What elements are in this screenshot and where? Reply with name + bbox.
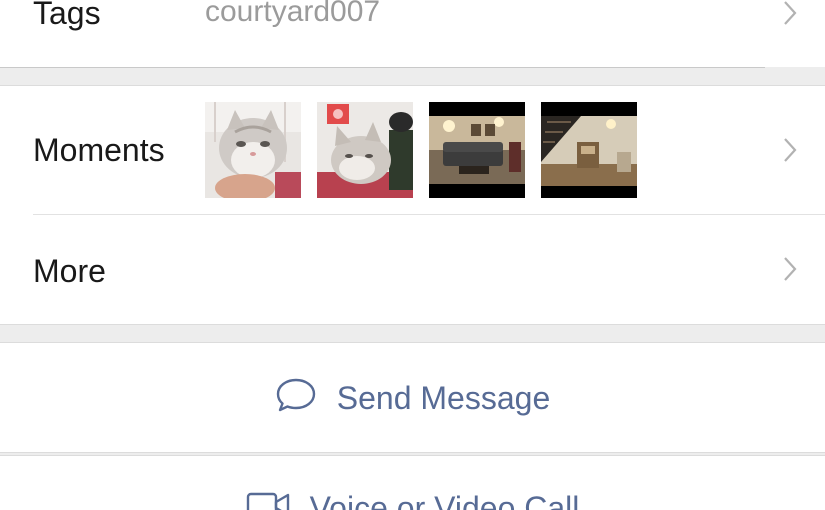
more-row[interactable]: More xyxy=(0,215,825,325)
contact-profile-page: Tags courtyard007 Moments More Send Mess… xyxy=(0,0,825,510)
moment-thumbnail-living-room[interactable] xyxy=(429,102,525,198)
voice-video-call-button[interactable]: Voice or Video Call xyxy=(0,455,825,510)
tags-row[interactable]: Tags courtyard007 xyxy=(0,0,825,68)
chevron-right-icon xyxy=(783,256,797,282)
video-camera-icon xyxy=(246,490,290,510)
profile-card: Moments More xyxy=(0,85,825,325)
moments-thumbnails xyxy=(205,102,637,198)
moment-thumbnail-cat[interactable] xyxy=(205,102,301,198)
moment-thumbnail-cat[interactable] xyxy=(317,102,413,198)
moments-row[interactable]: Moments xyxy=(0,86,825,214)
tags-value: courtyard007 xyxy=(205,0,381,28)
moment-thumbnail-stairs-room[interactable] xyxy=(541,102,637,198)
chevron-right-icon xyxy=(783,0,797,26)
send-message-button[interactable]: Send Message xyxy=(0,342,825,453)
more-label: More xyxy=(33,253,106,289)
chevron-right-icon xyxy=(783,137,797,163)
divider xyxy=(0,67,765,68)
tags-label: Tags xyxy=(33,0,101,31)
voice-video-call-label: Voice or Video Call xyxy=(309,489,580,510)
moments-label: Moments xyxy=(33,132,165,168)
send-message-label: Send Message xyxy=(336,379,551,416)
chat-bubble-icon xyxy=(275,377,317,418)
